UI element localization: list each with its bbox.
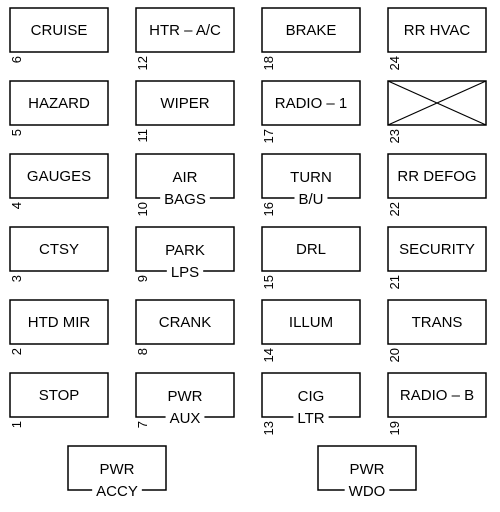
fuse-1: STOP 1 bbox=[9, 372, 109, 428]
fuse-number: 15 bbox=[261, 275, 276, 289]
fuse-number: 18 bbox=[261, 56, 276, 70]
fuse-label-line-2: LPS bbox=[171, 264, 199, 281]
fuse-18: BRAKE 18 bbox=[261, 7, 361, 70]
fuse-8: CRANK 8 bbox=[135, 299, 235, 355]
fuse-number: 12 bbox=[135, 56, 150, 70]
fuse-number: 7 bbox=[135, 421, 150, 428]
fuse-label-line-1: CIG bbox=[298, 388, 325, 405]
fuse-label-line-2: B/U bbox=[298, 191, 323, 208]
fuse-9: PARK LPS 9 bbox=[135, 226, 235, 282]
fuse-4: GAUGES 4 bbox=[9, 153, 109, 209]
fuse-20: TRANS 20 bbox=[387, 299, 487, 362]
fuse-number: 21 bbox=[387, 275, 402, 289]
fuse-label-line-1: PARK bbox=[165, 242, 205, 259]
fuse-23: 23 bbox=[387, 80, 487, 143]
fuse-number: 8 bbox=[135, 348, 150, 355]
fuse-label-line-1: AIR bbox=[172, 169, 197, 186]
fuse-16: TURN B/U 16 bbox=[261, 153, 361, 216]
fuse-label: HTR – A/C bbox=[149, 22, 221, 39]
fuse-number: 4 bbox=[9, 202, 24, 209]
fuse-3: CTSY 3 bbox=[9, 226, 109, 282]
fuse-label-line-2: BAGS bbox=[164, 191, 206, 208]
fuse-number: 24 bbox=[387, 56, 402, 70]
fuse-number: 2 bbox=[9, 348, 24, 355]
fuse-label-line-2: WDO bbox=[349, 483, 386, 500]
circuit-breaker-pwr-wdo: PWR WDO bbox=[317, 445, 417, 500]
fuse-label-line-1: TURN bbox=[290, 169, 332, 186]
fuse-label: ILLUM bbox=[289, 314, 333, 331]
fuse-17: RADIO – 1 17 bbox=[261, 80, 361, 143]
fuse-2: HTD MIR 2 bbox=[9, 299, 109, 355]
fuse-label: CRUISE bbox=[31, 22, 88, 39]
fuse-11: WIPER 11 bbox=[135, 80, 235, 143]
fuse-10: AIR BAGS 10 bbox=[135, 153, 235, 216]
fuse-6: CRUISE 6 bbox=[9, 7, 109, 63]
fuse-number: 22 bbox=[387, 202, 402, 216]
fuse-number: 9 bbox=[135, 275, 150, 282]
fuse-number: 17 bbox=[261, 129, 276, 143]
fuse-number: 10 bbox=[135, 202, 150, 216]
fuse-label-line-1: PWR bbox=[168, 388, 203, 405]
fuse-label-line-2: AUX bbox=[170, 410, 201, 427]
fuse-7: PWR AUX 7 bbox=[135, 372, 235, 428]
fuse-15: DRL 15 bbox=[261, 226, 361, 289]
fuse-13: CIG LTR 13 bbox=[261, 372, 361, 435]
fuse-number: 3 bbox=[9, 275, 24, 282]
fuse-number: 14 bbox=[261, 348, 276, 362]
fuse-label: TRANS bbox=[412, 314, 463, 331]
fuse-label: DRL bbox=[296, 241, 326, 258]
fuse-label: STOP bbox=[39, 387, 80, 404]
fuse-number: 20 bbox=[387, 348, 402, 362]
fuse-number: 23 bbox=[387, 129, 402, 143]
fuse-label: CRANK bbox=[159, 314, 212, 331]
fuse-label: WIPER bbox=[160, 95, 209, 112]
fuse-label-line-1: PWR bbox=[100, 461, 135, 478]
fuse-number: 13 bbox=[261, 421, 276, 435]
fuse-number: 16 bbox=[261, 202, 276, 216]
fuse-24: RR HVAC 24 bbox=[387, 7, 487, 70]
fuse-label: SECURITY bbox=[399, 241, 475, 258]
fuse-number: 11 bbox=[135, 129, 150, 143]
fuse-number: 6 bbox=[9, 56, 24, 63]
fuse-label-line-1: PWR bbox=[350, 461, 385, 478]
fuse-label-line-2: LTR bbox=[297, 410, 324, 427]
fuse-number: 19 bbox=[387, 421, 402, 435]
fuse-number: 5 bbox=[9, 129, 24, 136]
fuse-14: ILLUM 14 bbox=[261, 299, 361, 362]
fuse-12: HTR – A/C 12 bbox=[135, 7, 235, 70]
fuse-label: RR DEFOG bbox=[397, 168, 476, 185]
circuit-breaker-pwr-accy: PWR ACCY bbox=[67, 445, 167, 500]
fuse-19: RADIO – B 19 bbox=[387, 372, 487, 435]
fuse-label: RADIO – 1 bbox=[275, 95, 348, 112]
fuse-label: RADIO – B bbox=[400, 387, 474, 404]
fuse-label: CTSY bbox=[39, 241, 79, 258]
fuse-22: RR DEFOG 22 bbox=[387, 153, 487, 216]
fuse-label: HAZARD bbox=[28, 95, 90, 112]
fuse-label: RR HVAC bbox=[404, 22, 471, 39]
fuse-label-line-2: ACCY bbox=[96, 483, 138, 500]
fuse-5: HAZARD 5 bbox=[9, 80, 109, 136]
fuse-label: HTD MIR bbox=[28, 314, 91, 331]
fuse-number: 1 bbox=[9, 421, 24, 428]
fuse-box-diagram: CRUISE6HTR – A/C12BRAKE18RR HVAC24HAZARD… bbox=[9, 7, 487, 500]
fuse-label: GAUGES bbox=[27, 168, 91, 185]
fuse-label: BRAKE bbox=[286, 22, 337, 39]
fuse-21: SECURITY 21 bbox=[387, 226, 487, 289]
